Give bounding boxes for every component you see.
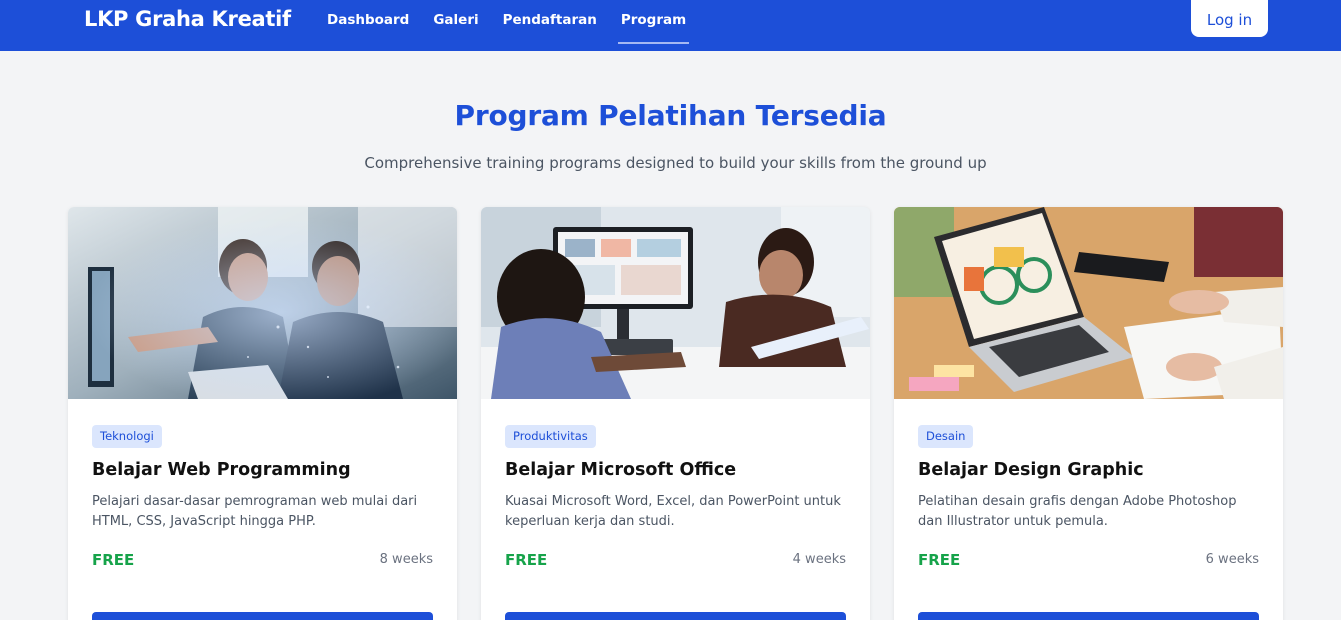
brand-logo-text[interactable]: LKP Graha Kreatif: [84, 7, 291, 31]
program-duration: 6 weeks: [1205, 552, 1259, 567]
program-card-microsoft-office[interactable]: Produktivitas Belajar Microsoft Office K…: [481, 207, 870, 620]
program-action-button[interactable]: [505, 612, 846, 620]
program-description: Pelatihan desain grafis dengan Adobe Pho…: [918, 494, 1237, 529]
program-description: Pelajari dasar-dasar pemrograman web mul…: [92, 494, 418, 529]
page-title: Program Pelatihan Tersedia: [454, 99, 887, 132]
top-navbar: LKP Graha Kreatif Dashboard Galeri Penda…: [0, 0, 1341, 51]
program-title: Belajar Web Programming: [92, 460, 351, 480]
nav-link-dashboard[interactable]: Dashboard: [327, 12, 409, 32]
nav-links: Dashboard Galeri Pendaftaran Program: [327, 12, 713, 44]
program-price: FREE: [92, 551, 135, 569]
program-duration: 8 weeks: [379, 552, 433, 567]
program-price: FREE: [918, 551, 961, 569]
page-subtitle: Comprehensive training programs designed…: [364, 154, 987, 172]
nav-link-galeri[interactable]: Galeri: [433, 12, 478, 32]
program-card-web-programming[interactable]: Teknologi Belajar Web Programming Pelaja…: [68, 207, 457, 620]
login-button[interactable]: Log in: [1191, 0, 1268, 37]
program-duration: 4 weeks: [792, 552, 846, 567]
program-title: Belajar Microsoft Office: [505, 460, 737, 480]
category-badge: Teknologi: [92, 425, 162, 448]
nav-link-pendaftaran[interactable]: Pendaftaran: [503, 12, 597, 32]
program-image-web-programming: [68, 207, 457, 399]
program-card-design-graphic[interactable]: Desain Belajar Design Graphic Pelatihan …: [894, 207, 1283, 620]
nav-link-program[interactable]: Program: [617, 12, 690, 44]
program-image-design-graphic: [894, 207, 1283, 399]
category-badge: Desain: [918, 425, 974, 448]
program-action-button[interactable]: [92, 612, 433, 620]
program-price: FREE: [505, 551, 548, 569]
program-title: Belajar Design Graphic: [918, 460, 1144, 480]
program-image-microsoft-office: [481, 207, 870, 399]
program-description: Kuasai Microsoft Word, Excel, dan PowerP…: [505, 494, 841, 529]
category-badge: Produktivitas: [505, 425, 596, 448]
program-action-button[interactable]: [918, 612, 1259, 620]
